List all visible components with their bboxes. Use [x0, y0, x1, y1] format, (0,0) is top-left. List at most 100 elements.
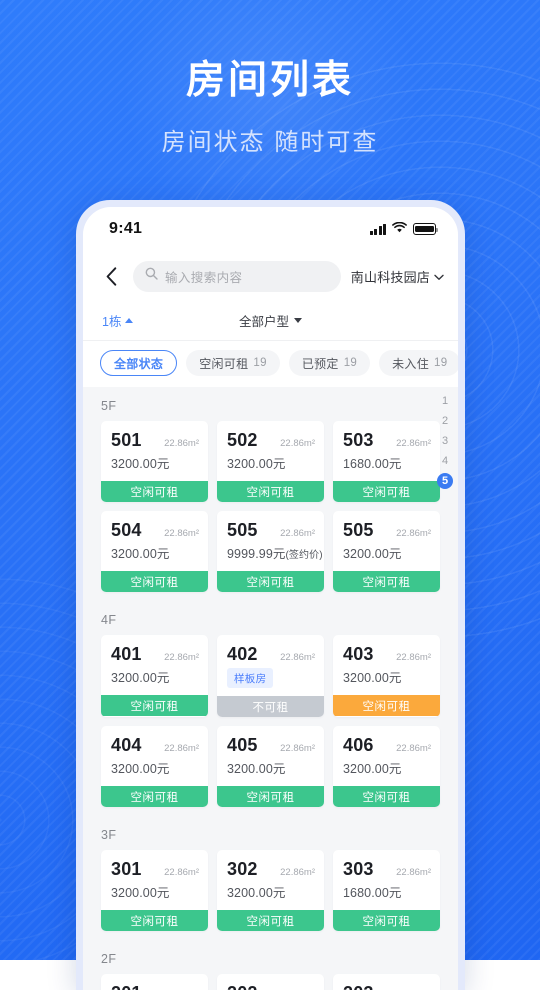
room-number: 504	[111, 520, 142, 541]
room-card-header: 50322.86m²	[333, 421, 440, 453]
floor-index-item[interactable]: 3	[437, 433, 453, 449]
room-price: 3200.00元	[217, 758, 324, 786]
floor-label: 2F	[83, 940, 458, 974]
status-chip-label: 空闲可租	[199, 355, 248, 372]
room-card[interactable]: 20222.86m²3200.00元空闲可租	[217, 974, 324, 990]
promo-text-block: 房间列表 房间状态 随时可查	[0, 58, 540, 157]
status-chip-label: 已预定	[302, 355, 339, 372]
room-card[interactable]: 30222.86m²3200.00元空闲可租	[217, 850, 324, 931]
status-bar-icons	[370, 220, 437, 238]
room-card[interactable]: 50522.86m²9999.99元(签约价)空闲可租	[217, 511, 324, 592]
room-price-value: 3200.00元	[343, 547, 401, 561]
room-price: 1680.00元	[333, 882, 440, 910]
room-price-value: 3200.00元	[227, 457, 285, 471]
room-number: 302	[227, 859, 258, 880]
room-price: 3200.00元	[333, 667, 440, 695]
room-card-header: 20322.86m²	[333, 974, 440, 990]
room-card[interactable]: 40522.86m²3200.00元空闲可租	[217, 726, 324, 807]
back-chevron-icon[interactable]	[99, 262, 123, 290]
promo-title: 房间列表	[0, 58, 540, 105]
room-card[interactable]: 20322.86m²3200.00元空闲可租	[333, 974, 440, 990]
room-number: 405	[227, 735, 258, 756]
room-price-value: 3200.00元	[111, 762, 169, 776]
room-status-badge: 空闲可租	[101, 571, 208, 592]
floor-label: 3F	[83, 816, 458, 850]
room-row: 50122.86m²3200.00元空闲可租50222.86m²3200.00元…	[83, 421, 458, 511]
room-number: 203	[343, 983, 374, 990]
room-card[interactable]: 40422.86m²3200.00元空闲可租	[101, 726, 208, 807]
room-area: 22.86m²	[164, 438, 199, 449]
room-card[interactable]: 50322.86m² 1680.00元空闲可租	[333, 421, 440, 502]
room-card-header: 505 22.86m²	[217, 511, 324, 543]
room-badge: 样板房	[227, 668, 273, 688]
room-card-header: 50222.86m²	[217, 421, 324, 453]
room-card[interactable]: 40622.86m²3200.00元空闲可租	[333, 726, 440, 807]
status-filter-bar: 全部状态空闲可租19已预定19未入住19租赁中	[83, 341, 458, 387]
room-card[interactable]: 40122.86m²3200.00元空闲可租	[101, 635, 208, 717]
room-area: 22.86m²	[280, 652, 315, 663]
room-status-badge: 空闲可租	[217, 481, 324, 502]
room-card[interactable]: 50522.86m²3200.00元空闲可租	[333, 511, 440, 592]
status-chip-2[interactable]: 空闲可租19	[186, 350, 280, 376]
room-number: 502	[227, 430, 258, 451]
room-number: 505	[227, 520, 258, 541]
room-card[interactable]: 50222.86m² 3200.00元空闲可租	[217, 421, 324, 502]
cellular-signal-icon	[370, 224, 387, 235]
building-filter[interactable]: 1栋	[102, 311, 133, 330]
filter-bar: 1栋 全部户型	[83, 301, 458, 341]
room-card[interactable]: 40222.86m²样板房不可租	[217, 635, 324, 717]
store-selector[interactable]: 南山科技园店	[351, 267, 444, 286]
room-area: 22.86m²	[280, 528, 315, 539]
room-status-badge: 空闲可租	[333, 571, 440, 592]
room-area: 22.86m²	[396, 652, 431, 663]
floor-index-item[interactable]: 4	[437, 453, 453, 469]
building-filter-label: 1栋	[102, 311, 121, 330]
status-chip-1[interactable]: 全部状态	[100, 350, 177, 376]
store-name-label: 南山科技园店	[351, 267, 430, 286]
room-price-value: 3200.00元	[227, 886, 285, 900]
search-input[interactable]: 输入搜索内容	[133, 261, 341, 292]
room-card-header: 406 22.86m²	[333, 726, 440, 758]
floor-index-rail[interactable]: 1 2 3 4 5	[437, 393, 453, 489]
room-price: 3200.00元	[217, 453, 324, 481]
room-card[interactable]: 40322.86m²3200.00元空闲可租	[333, 635, 440, 717]
floor-index-item[interactable]: 5	[437, 473, 453, 489]
room-area: 22.86m²	[280, 743, 315, 754]
room-price: 3200.00元	[101, 543, 208, 571]
room-status-badge: 不可租	[217, 696, 324, 717]
room-price-suffix: (签约价)	[285, 550, 322, 561]
floor-index-item[interactable]: 1	[437, 393, 453, 409]
room-card[interactable]: 30122.86m²3200.00元空闲可租	[101, 850, 208, 931]
room-number: 406	[343, 735, 374, 756]
floor-index-item[interactable]: 2	[437, 413, 453, 429]
room-card[interactable]: 50422.86m²3200.00元空闲可租	[101, 511, 208, 592]
room-area: 22.86m²	[396, 438, 431, 449]
room-price-value: 1680.00元	[343, 457, 401, 471]
search-icon	[145, 267, 158, 285]
room-area: 22.86m²	[164, 652, 199, 663]
room-price: 3200.00元	[333, 758, 440, 786]
room-area: 22.86m²	[280, 867, 315, 878]
room-type-filter[interactable]: 全部户型	[239, 311, 302, 330]
room-badge-wrap: 样板房	[217, 667, 324, 696]
room-card-header: 20222.86m²	[217, 974, 324, 990]
room-card[interactable]: 50122.86m²3200.00元空闲可租	[101, 421, 208, 502]
room-row: 30122.86m²3200.00元空闲可租 302 22.86m² 3200.00元…	[83, 850, 458, 940]
room-list[interactable]: 5F50122.86m²3200.00元空闲可租50222.86m²3200.0…	[83, 387, 458, 990]
wifi-icon	[392, 220, 407, 238]
status-chip-3[interactable]: 已预定19	[289, 350, 370, 376]
phone-mockup-frame: 9:41	[76, 200, 465, 990]
room-card[interactable]: 30322.86m²1680.00元空闲可租	[333, 850, 440, 931]
room-row: 40122.86m²3200.00元空闲可租40222.86m²样板房不可租40…	[83, 635, 458, 726]
room-card-header: 30322.86m²	[333, 850, 440, 882]
room-status-badge: 空闲可租	[101, 481, 208, 502]
status-chip-4[interactable]: 未入住19	[379, 350, 458, 376]
status-bar: 9:41	[83, 207, 458, 251]
navigation-bar: 输入搜索内容 南山科技园店	[83, 251, 458, 301]
room-status-badge: 空闲可租	[333, 481, 440, 502]
room-area: 22.86m²	[396, 867, 431, 878]
room-card[interactable]: 20122.86m²3200.00元空闲可租	[101, 974, 208, 990]
room-status-badge: 空闲可租	[101, 786, 208, 807]
room-area: 22.86m²	[396, 743, 431, 754]
room-card-header: 40222.86m²	[217, 635, 324, 667]
